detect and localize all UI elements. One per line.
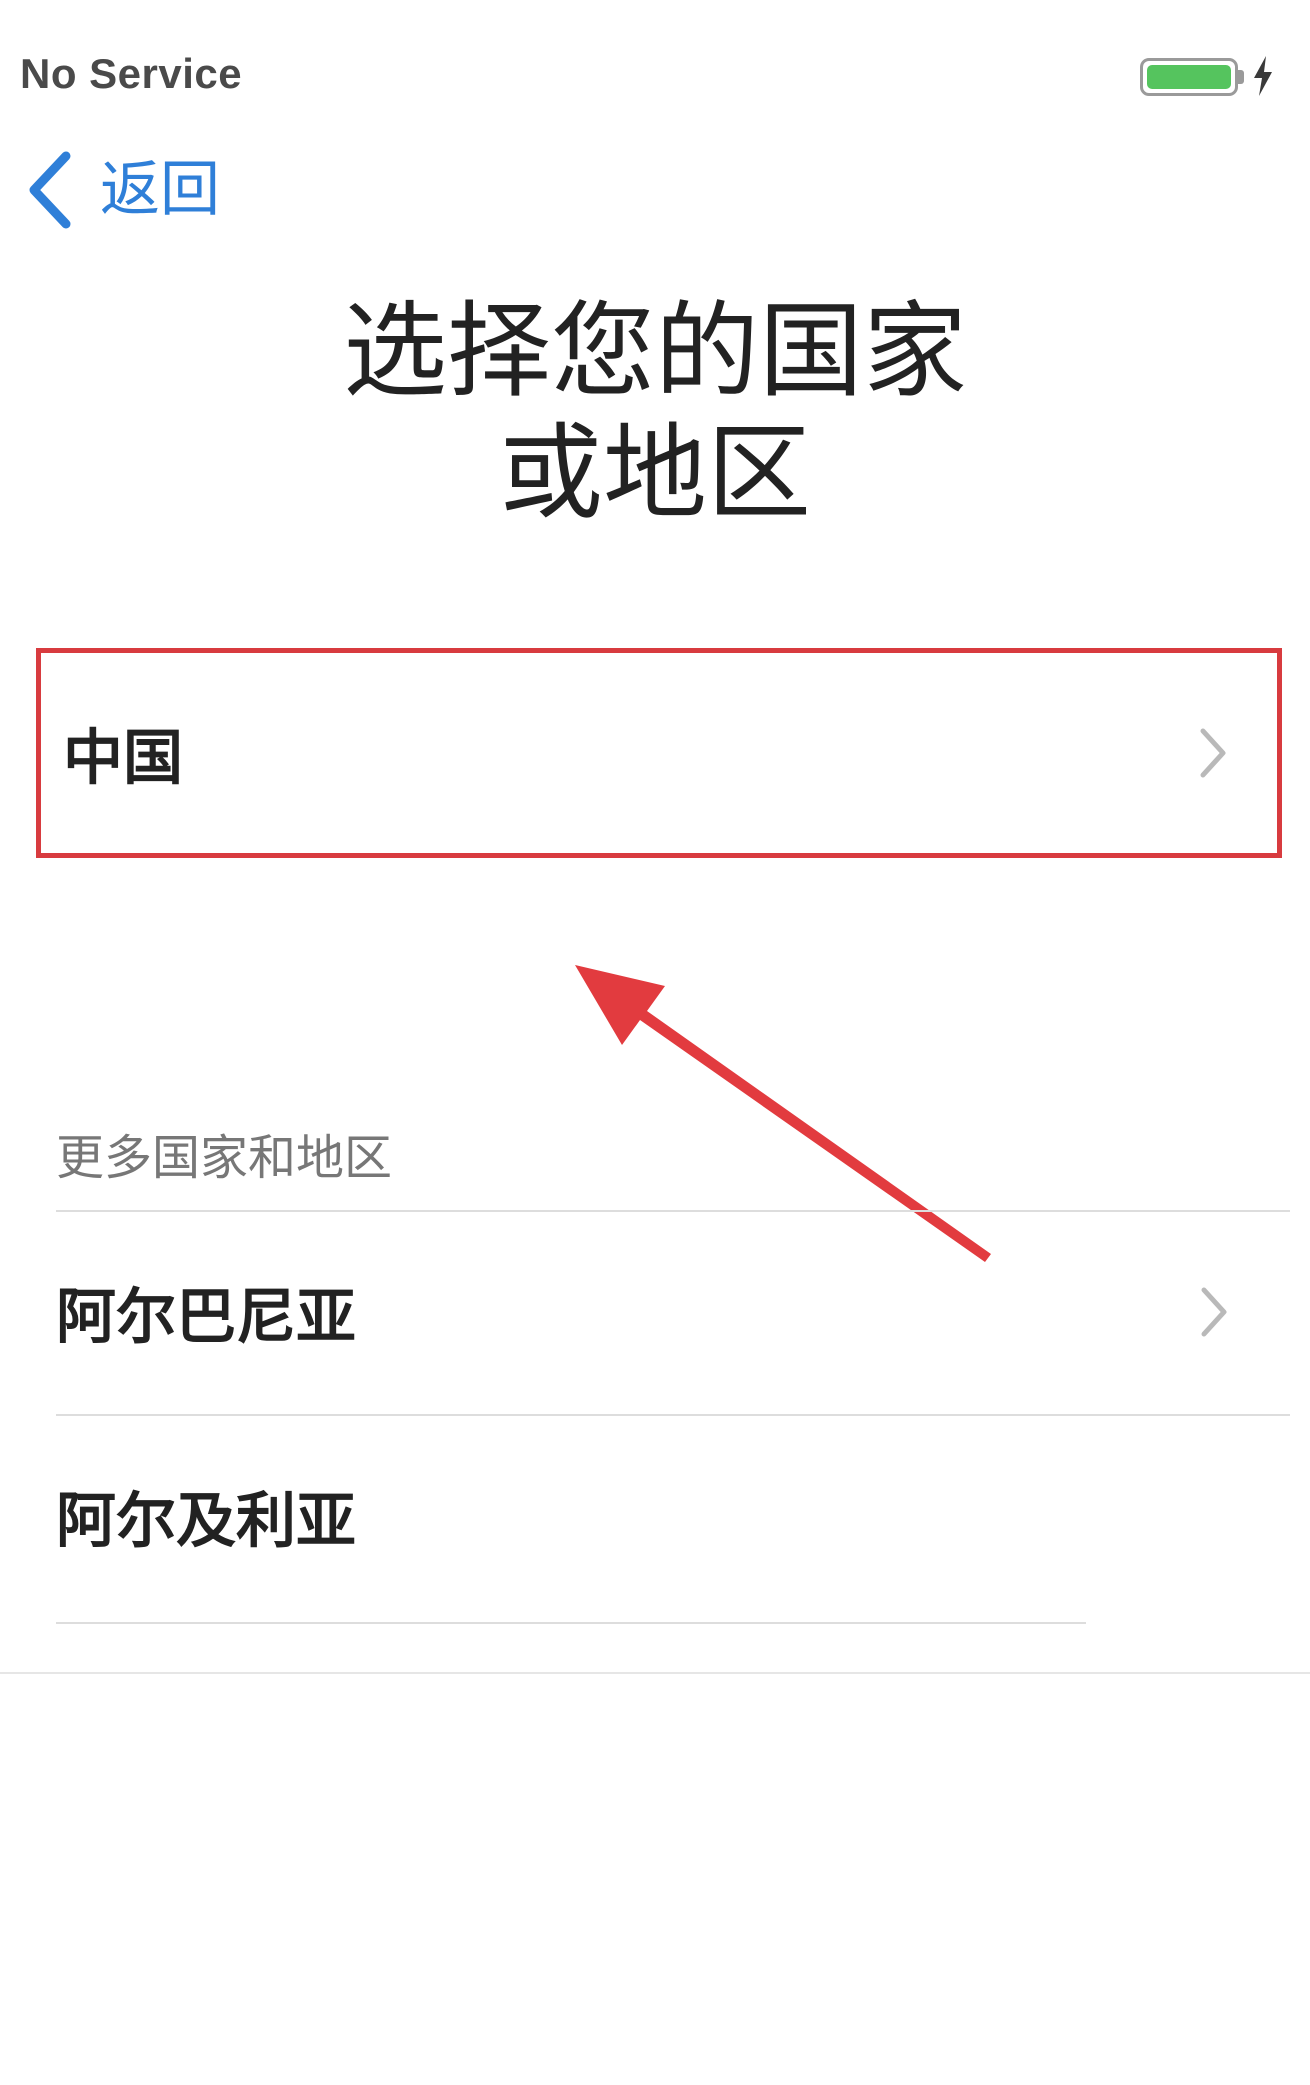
navigation-bar: 返回 bbox=[0, 130, 1310, 240]
bolt-icon bbox=[1254, 56, 1272, 96]
country-row-algeria[interactable]: 阿尔及利亚 bbox=[0, 1416, 1310, 1616]
country-label: 阿尔巴尼亚 bbox=[56, 1282, 356, 1353]
battery-icon bbox=[1140, 58, 1238, 96]
country-label: 中国 bbox=[63, 723, 183, 794]
back-button[interactable]: 返回 bbox=[22, 150, 220, 230]
list-bottom-border bbox=[0, 1672, 1310, 1674]
carrier-label: No Service bbox=[20, 50, 243, 97]
battery-cap bbox=[1238, 70, 1244, 84]
status-bar: No Service bbox=[0, 0, 1310, 120]
chevron-right-icon bbox=[1200, 728, 1226, 778]
divider bbox=[56, 1622, 1086, 1624]
page-title-line-1: 选择您的国家 bbox=[342, 290, 967, 412]
country-row-albania[interactable]: 阿尔巴尼亚 bbox=[0, 1212, 1310, 1412]
chevron-left-icon bbox=[29, 151, 71, 229]
battery-level-fill bbox=[1147, 65, 1231, 89]
country-row-selected[interactable]: 中国 bbox=[36, 648, 1282, 858]
chevron-right-icon bbox=[1201, 1287, 1227, 1337]
page-title-line-2: 或地区 bbox=[498, 412, 811, 534]
page-title: 选择您的国家 或地区 bbox=[0, 290, 1310, 534]
section-header-more-countries: 更多国家和地区 bbox=[56, 1130, 393, 1186]
country-label: 阿尔及利亚 bbox=[56, 1486, 356, 1557]
back-label: 返回 bbox=[100, 155, 220, 225]
